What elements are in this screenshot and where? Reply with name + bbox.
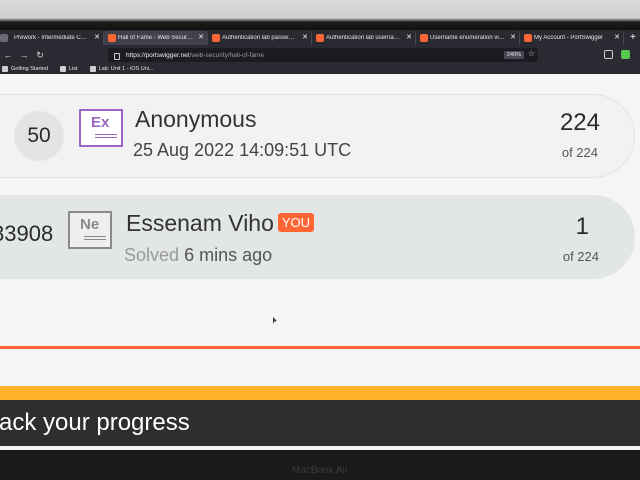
tab-close-icon[interactable]: ✕ — [198, 33, 204, 41]
bookmark-label: Lab: Unit 1 - iOS Uni... — [98, 66, 154, 72]
url-path: /web-security/hall-of-fame — [189, 51, 265, 59]
back-arrow-icon[interactable]: ← — [0, 50, 16, 60]
bookmark-lab-unit[interactable]: Lab: Unit 1 - iOS Uni... — [89, 66, 154, 72]
tab-my-account[interactable]: My Account - PortSwigger ✕ — [520, 31, 624, 45]
tab-label: Authentication lab passwords | — [222, 35, 297, 41]
photo-bottom-bezel: MacBook Air — [0, 450, 640, 480]
toolbar-extensions — [604, 50, 630, 59]
browser-nav-bar: ← → ↻ https://portswigger.net/web-securi… — [0, 46, 640, 64]
solved-time: 6 mins ago — [184, 245, 273, 265]
portswigger-favicon-icon — [420, 34, 428, 42]
bookmark-label: List — [69, 66, 78, 72]
solved-status: Solved 6 mins ago — [124, 245, 272, 266]
score: 1 — [575, 213, 589, 240]
tab-auth-passwords[interactable]: Authentication lab passwords | ✕ — [208, 31, 312, 45]
portswigger-favicon-icon — [212, 34, 220, 42]
player-name-text: Essenam Viho — [126, 210, 274, 236]
score-total: of 224 — [562, 249, 599, 264]
tab-close-icon[interactable]: ✕ — [406, 33, 412, 41]
pocket-icon[interactable] — [604, 50, 613, 59]
portswigger-favicon-icon — [524, 34, 532, 42]
globe-icon — [89, 66, 96, 72]
url-host: https://portswigger.net — [126, 51, 190, 59]
tab-label: Prework - Intermediate Cyberse — [14, 35, 89, 41]
portswigger-favicon-icon — [108, 34, 116, 42]
forward-arrow-icon[interactable]: → — [16, 50, 32, 60]
section-divider — [0, 346, 640, 349]
tab-favicon-icon — [0, 34, 8, 42]
you-badge: YOU — [277, 213, 315, 232]
track-progress-banner: rack your progress — [0, 400, 640, 446]
tab-close-icon[interactable]: ✕ — [302, 33, 308, 41]
tab-close-icon[interactable]: ✕ — [614, 33, 620, 41]
tab-close-icon[interactable]: ✕ — [510, 33, 516, 41]
element-lines — [84, 236, 106, 237]
tab-label: Hall of Fame - Web Security Aca — [118, 35, 193, 41]
score: 224 — [559, 109, 600, 136]
solved-label: Solved — [124, 245, 180, 265]
globe-icon — [60, 66, 66, 72]
tab-label: Authentication lab usernames | — [326, 35, 401, 41]
tab-close-icon[interactable]: ✕ — [94, 33, 100, 41]
player-name: Essenam Viho YOU — [126, 210, 315, 237]
leaderboard-row: 50 Ex Anonymous 25 Aug 2022 14:09:51 UTC… — [0, 94, 635, 178]
accent-strip — [0, 386, 640, 400]
extension-icon[interactable] — [621, 50, 630, 59]
bookmark-label: Getting Started — [11, 66, 48, 72]
tab-label: My Account - PortSwigger — [534, 35, 604, 41]
solved-timestamp: 25 Aug 2022 14:09:51 UTC — [133, 140, 352, 160]
bookmarks-bar: Getting Started List Lab: Unit 1 - iOS U… — [0, 64, 640, 74]
firefox-icon — [2, 66, 8, 72]
tab-label: Username enumeration via diffe — [430, 35, 505, 41]
mouse-cursor-icon — [273, 317, 277, 324]
rank-number: 50 — [14, 111, 64, 161]
element-tile-icon: Ex — [79, 109, 123, 147]
device-label: MacBook Air — [291, 465, 349, 476]
score-total: of 224 — [561, 145, 598, 160]
portswigger-favicon-icon — [316, 34, 324, 42]
new-tab-button[interactable]: + — [630, 31, 636, 45]
bookmark-star-icon[interactable]: ☆ — [528, 49, 535, 58]
address-bar[interactable]: https://portswigger.net/web-security/hal… — [108, 48, 538, 62]
rank-number: 83908 — [0, 221, 54, 246]
browser-tab-bar: Prework - Intermediate Cyberse ✕ Hall of… — [0, 30, 640, 46]
tab-auth-usernames[interactable]: Authentication lab usernames | ✕ — [312, 31, 416, 45]
element-tile-icon: Ne — [68, 211, 112, 249]
reload-icon[interactable]: ↻ — [32, 50, 48, 61]
tab-hall-of-fame[interactable]: Hall of Fame - Web Security Aca ✕ — [104, 31, 208, 45]
element-symbol: Ne — [80, 216, 100, 233]
element-lines — [95, 134, 117, 135]
tab-username-enumeration[interactable]: Username enumeration via diffe ✕ — [416, 31, 520, 45]
leaderboard-row-current-user: 83908 Ne Essenam VihoYOU Solved 6 mins a… — [0, 195, 635, 279]
element-symbol: Ex — [91, 114, 110, 131]
lock-icon — [114, 52, 120, 60]
tab-prework[interactable]: Prework - Intermediate Cyberse ✕ — [0, 31, 104, 45]
hall-of-fame-page: 50 Ex Anonymous 25 Aug 2022 14:09:51 UTC… — [0, 74, 640, 450]
zoom-level-badge[interactable]: 240% — [503, 51, 524, 59]
bookmark-getting-started[interactable]: Getting Started — [2, 66, 48, 72]
bookmark-list[interactable]: List — [60, 66, 78, 72]
player-name: Anonymous — [135, 106, 257, 132]
banner-heading: rack your progress — [0, 409, 190, 436]
photo-top-bezel — [0, 0, 640, 30]
